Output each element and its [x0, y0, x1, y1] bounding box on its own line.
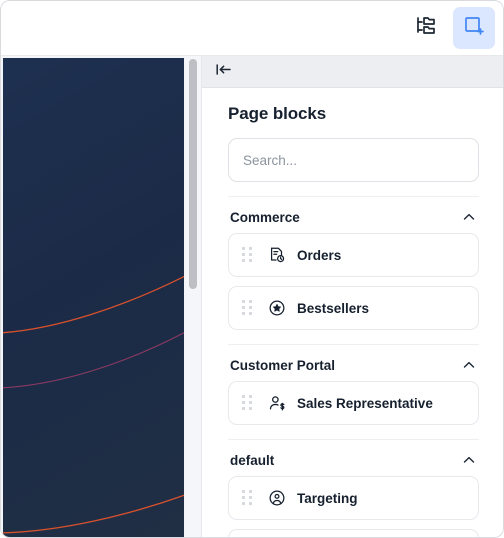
person-dollar-icon	[268, 394, 286, 412]
app-window: Page blocks Commerce	[0, 0, 504, 538]
block-item-orders[interactable]: Orders	[228, 233, 479, 277]
block-item-bestsellers[interactable]: Bestsellers	[228, 286, 479, 330]
section-header-commerce[interactable]: Commerce	[228, 196, 479, 233]
search-input[interactable]	[228, 138, 479, 182]
add-block-button[interactable]	[453, 7, 495, 49]
top-toolbar	[1, 1, 503, 56]
folder-tree-icon	[414, 14, 438, 43]
section-commerce: Commerce Orders Bestsellers	[228, 196, 479, 330]
block-item-targeting[interactable]: Targeting	[228, 476, 479, 520]
section-default: default Targeting	[228, 439, 479, 537]
section-header-customer-portal[interactable]: Customer Portal	[228, 344, 479, 381]
block-item-sales-representative[interactable]: Sales Representative	[228, 381, 479, 425]
block-item-partial[interactable]	[228, 529, 479, 537]
page-title: Page blocks	[228, 104, 327, 123]
section-header-default[interactable]: default	[228, 439, 479, 476]
collapse-panel-button[interactable]	[211, 61, 235, 83]
page-tree-button[interactable]	[405, 7, 447, 49]
section-label: default	[230, 452, 275, 468]
person-circle-icon	[268, 489, 286, 507]
section-customer-portal: Customer Portal Sales Representative	[228, 344, 479, 425]
chevron-up-icon[interactable]	[461, 209, 477, 225]
star-circle-icon	[268, 299, 286, 317]
block-item-label: Orders	[297, 247, 342, 263]
drag-handle-icon[interactable]	[242, 490, 254, 506]
page-blocks-panel: Page blocks Commerce	[201, 56, 503, 537]
section-label: Customer Portal	[230, 357, 336, 373]
canvas-scrollbar[interactable]	[186, 56, 200, 537]
canvas-scrollbar-thumb[interactable]	[189, 59, 197, 289]
block-item-label: Bestsellers	[297, 300, 370, 316]
hero-curves	[3, 275, 184, 534]
drag-handle-icon[interactable]	[242, 247, 254, 263]
panel-body: Commerce	[202, 138, 503, 537]
hero-graphic	[3, 58, 184, 537]
drag-handle-icon[interactable]	[242, 300, 254, 316]
document-clock-icon	[268, 246, 286, 264]
collapse-left-icon	[215, 62, 232, 82]
drag-handle-icon[interactable]	[242, 395, 254, 411]
section-label: Commerce	[230, 209, 300, 225]
add-square-icon	[462, 14, 486, 43]
block-item-label: Targeting	[297, 490, 358, 506]
block-item-label: Sales Representative	[297, 395, 433, 411]
page-preview-canvas[interactable]	[1, 56, 201, 537]
chevron-up-icon[interactable]	[461, 357, 477, 373]
panel-topbar	[202, 56, 503, 88]
chevron-up-icon[interactable]	[461, 452, 477, 468]
